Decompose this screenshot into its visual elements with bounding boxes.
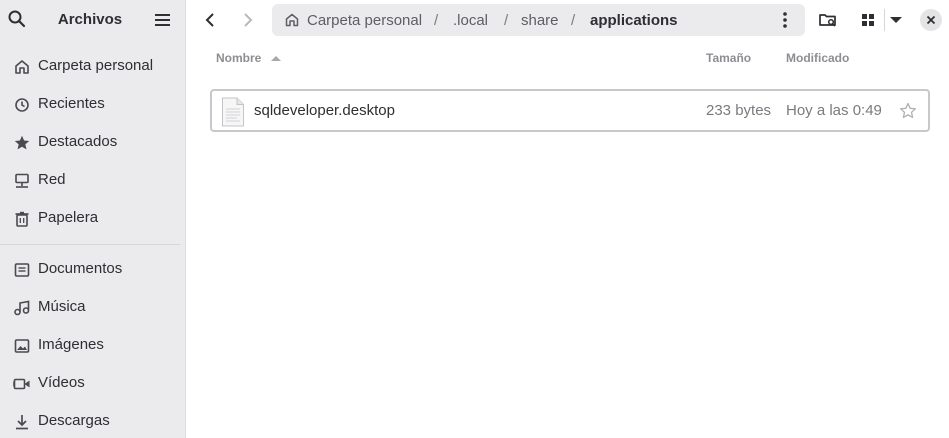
file-modified: Hoy a las 0:49 — [786, 102, 882, 119]
sidebar-item-destacados[interactable]: Destacados — [0, 125, 185, 159]
download-icon — [13, 413, 31, 431]
sidebar-item-imagenes[interactable]: Imágenes — [0, 328, 185, 362]
text-file-icon — [221, 97, 245, 127]
sidebar-item-recientes[interactable]: Recientes — [0, 87, 185, 121]
sidebar-item-label: Documentos — [38, 260, 123, 277]
sidebar-item-papelera[interactable]: Papelera — [0, 201, 185, 235]
home-icon — [13, 58, 31, 76]
sidebar-item-red[interactable]: Red — [0, 163, 185, 197]
breadcrumb-separator: / — [504, 12, 509, 29]
path-bar: Carpeta personal / .local / share / appl… — [272, 4, 805, 36]
file-size: 233 bytes — [706, 102, 772, 119]
breadcrumb-separator: / — [571, 12, 576, 29]
forward-button[interactable] — [234, 6, 262, 34]
view-options-dropdown-icon[interactable] — [882, 6, 910, 34]
sidebar-item-label: Carpeta personal — [38, 57, 154, 74]
sidebar-item-descargas[interactable]: Descargas — [0, 404, 185, 438]
column-header-size[interactable]: Tamaño — [706, 51, 751, 65]
grid-view-icon[interactable] — [854, 6, 882, 34]
search-folder-button[interactable] — [814, 6, 842, 34]
sidebar-header: Archivos — [0, 0, 186, 40]
sidebar-title: Archivos — [57, 11, 123, 28]
sidebar-item-label: Destacados — [38, 133, 118, 150]
sidebar-item-label: Imágenes — [38, 336, 104, 353]
sidebar-item-label: Descargas — [38, 412, 110, 429]
more-options-icon[interactable] — [775, 10, 795, 30]
sort-ascending-icon — [270, 54, 282, 62]
sidebar-item-musica[interactable]: Música — [0, 290, 185, 324]
file-name: sqldeveloper.desktop — [254, 102, 395, 119]
sidebar-item-label: Papelera — [38, 209, 99, 226]
trash-icon — [13, 210, 31, 228]
sidebar-item-label: Vídeos — [38, 374, 85, 391]
document-icon — [13, 261, 31, 279]
sidebar-item-videos[interactable]: Vídeos — [0, 366, 185, 400]
video-icon — [13, 375, 31, 393]
sidebar-item-label: Recientes — [38, 95, 105, 112]
breadcrumb-share[interactable]: share — [521, 12, 559, 29]
home-icon — [284, 12, 300, 28]
network-icon — [13, 172, 31, 190]
sidebar-item-label: Red — [38, 171, 66, 188]
image-icon — [13, 337, 31, 355]
search-icon[interactable] — [6, 8, 28, 30]
breadcrumb-applications[interactable]: applications — [590, 12, 678, 29]
breadcrumb-separator: / — [434, 12, 439, 29]
sidebar-divider — [0, 244, 180, 245]
clock-icon — [13, 96, 31, 114]
star-icon — [13, 134, 31, 152]
column-header-name[interactable]: Nombre — [216, 51, 261, 65]
breadcrumb-local[interactable]: .local — [453, 12, 488, 29]
column-header-modified[interactable]: Modificado — [786, 51, 849, 65]
music-icon — [13, 299, 31, 317]
close-button[interactable] — [917, 6, 945, 34]
sidebar: Archivos Carpeta personal Recientes Dest… — [0, 0, 186, 438]
sidebar-item-documentos[interactable]: Documentos — [0, 252, 185, 286]
sidebar-item-label: Música — [38, 298, 86, 315]
table-row[interactable]: sqldeveloper.desktop 233 bytes Hoy a las… — [210, 89, 930, 132]
sidebar-item-carpeta-personal[interactable]: Carpeta personal — [0, 49, 185, 83]
hamburger-menu-icon[interactable] — [151, 8, 175, 32]
back-button[interactable] — [196, 6, 224, 34]
star-toggle-icon[interactable] — [898, 101, 918, 121]
breadcrumb-home[interactable]: Carpeta personal — [307, 12, 422, 29]
